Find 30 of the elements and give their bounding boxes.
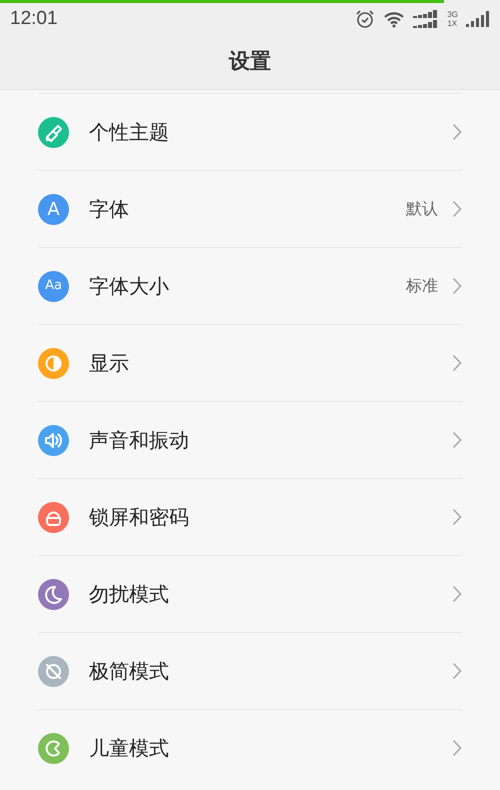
chevron-icon xyxy=(452,431,462,449)
setting-label[interactable]: 极简模式 xyxy=(89,656,452,686)
network-label: 3G xyxy=(447,10,458,19)
setting-label[interactable]: 勿扰模式 xyxy=(89,579,452,609)
chevron-icon xyxy=(452,662,462,680)
setting-label[interactable]: 显示 xyxy=(89,348,452,378)
setting-label[interactable]: 个性主题 xyxy=(89,117,452,147)
setting-label[interactable]: 字体大小 xyxy=(89,271,406,301)
status-time: 12:01 xyxy=(10,6,58,31)
setting-value: 默认 xyxy=(406,198,438,220)
chevron-icon xyxy=(452,508,462,526)
chevron-icon xyxy=(452,354,462,372)
chevron-icon xyxy=(452,739,462,757)
setting-value: 标准 xyxy=(406,275,438,297)
wifi-icon xyxy=(383,10,406,28)
setting-label[interactable]: 字体 xyxy=(89,194,406,224)
setting-label[interactable]: 锁屏和密码 xyxy=(89,502,452,532)
letter-icon: Aa xyxy=(38,270,69,302)
setting-label[interactable]: 声音和振动 xyxy=(89,425,452,455)
chevron-icon xyxy=(452,123,462,141)
signal-icon xyxy=(466,11,490,27)
page-title: 设置 xyxy=(229,48,271,76)
network-label: 1X xyxy=(447,19,458,28)
setting-label[interactable]: 儿童模式 xyxy=(89,733,452,763)
signal-icon xyxy=(413,10,440,28)
alarm-icon xyxy=(355,9,376,29)
chevron-icon xyxy=(452,277,462,295)
chevron-icon xyxy=(452,200,462,218)
chevron-icon xyxy=(452,585,462,603)
letter-icon: A xyxy=(38,194,69,224)
